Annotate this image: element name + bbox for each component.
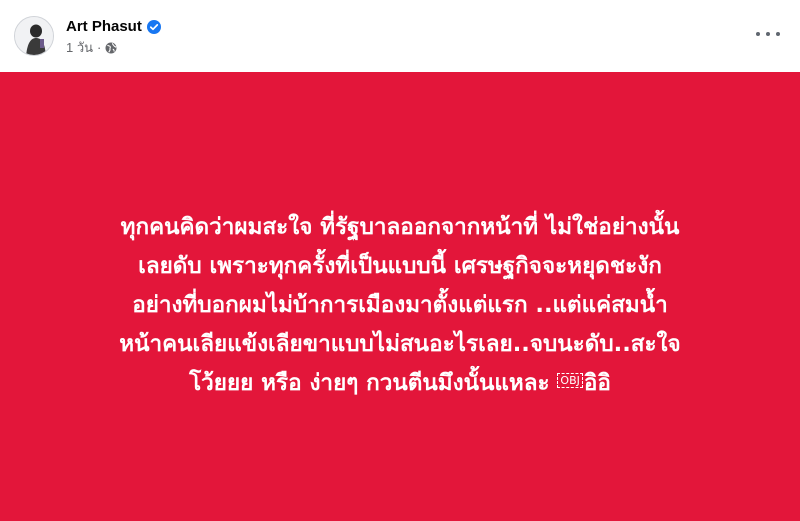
author-row: Art Phasut bbox=[66, 17, 161, 37]
post-message: ทุกคนคิดว่าผมสะใจ ที่รัฐบาลออกจากหน้าที่… bbox=[20, 190, 780, 403]
globe-icon[interactable] bbox=[105, 42, 117, 54]
message-line-5: โว้ยยย หรือ ง่ายๆ กวนตีนมึงนั้นแหละ OBJ อ… bbox=[20, 364, 780, 403]
message-line-5-text: โว้ยยย หรือ ง่ายๆ กวนตีนมึงนั้นแหละ bbox=[189, 370, 558, 396]
message-line-5-suffix: อิอิ bbox=[583, 370, 611, 396]
message-line-4: หน้าคนเลียแข้งเลียขาแบบไม่สนอะไรเลย..จบน… bbox=[119, 331, 681, 357]
avatar-photo-icon bbox=[15, 17, 53, 55]
object-replacement-glyph: OBJ bbox=[557, 373, 583, 388]
message-line-2: เลยดับ เพราะทุกครั้งที่เป็นแบบนี้ เศรษฐก… bbox=[138, 253, 662, 279]
separator-dot: · bbox=[97, 40, 102, 55]
verified-badge-icon bbox=[146, 19, 161, 34]
post-subline: 1 วัน · bbox=[66, 40, 161, 56]
more-dot bbox=[756, 32, 760, 36]
author-avatar[interactable] bbox=[14, 16, 54, 56]
post-timestamp[interactable]: 1 วัน bbox=[66, 37, 93, 58]
message-line-1: ทุกคนคิดว่าผมสะใจ ที่รัฐบาลออกจากหน้าที่… bbox=[120, 214, 680, 240]
message-line-3: อย่างที่บอกผมไม่บ้าการเมืองมาตั้งแต่แรก … bbox=[132, 292, 668, 318]
facebook-post: Art Phasut 1 วัน · ทุกคนคิดว่าผมสะใจ ที่… bbox=[0, 0, 800, 521]
text-background-banner: ทุกคนคิดว่าผมสะใจ ที่รัฐบาลออกจากหน้าที่… bbox=[0, 72, 800, 521]
post-meta: Art Phasut 1 วัน · bbox=[66, 17, 161, 56]
more-dot bbox=[766, 32, 770, 36]
more-dot bbox=[776, 32, 780, 36]
post-header: Art Phasut 1 วัน · bbox=[0, 0, 800, 72]
author-name[interactable]: Art Phasut bbox=[66, 18, 142, 35]
more-options-icon[interactable] bbox=[756, 26, 780, 42]
